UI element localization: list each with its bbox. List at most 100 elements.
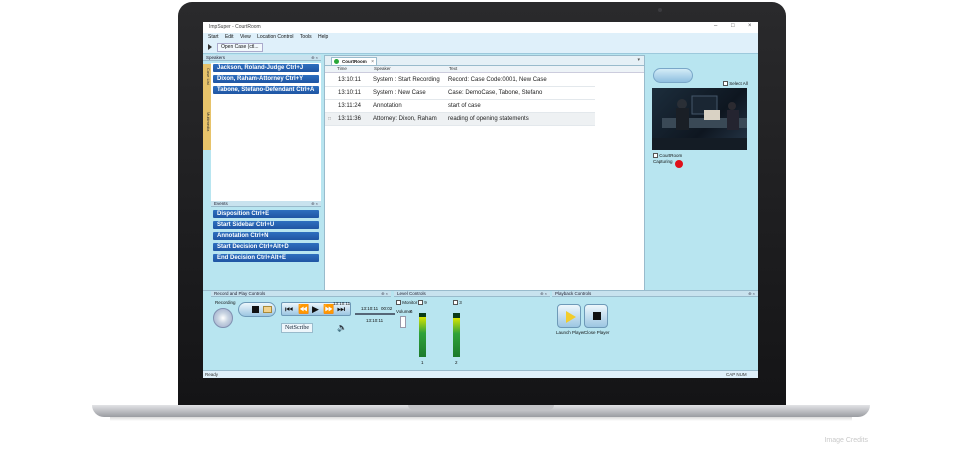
- netscribe-logo: NetScribe: [281, 323, 313, 333]
- pin-icon[interactable]: ⊕ ×: [540, 291, 547, 297]
- record-title: Record and Play Controls: [214, 291, 266, 296]
- row-marker-icon: □: [328, 116, 332, 122]
- maximize-icon[interactable]: □: [731, 23, 735, 29]
- menu-location-control[interactable]: Location Control: [257, 34, 293, 40]
- log-text: Record: Case Code:0001, New Case: [448, 77, 547, 83]
- webcam-icon: [658, 8, 662, 12]
- courtroom-log-panel: CourtRoom × ▾ Time Speaker Text 13:10:11…: [324, 55, 645, 295]
- launch-player-button[interactable]: [557, 304, 581, 328]
- speaker-volume-icon[interactable]: 🔈: [337, 323, 347, 332]
- speaker-button-attorney[interactable]: Dixon, Raham-Attorney Ctrl+Y: [213, 75, 319, 83]
- events-header: Events ⊕ ×: [211, 201, 321, 207]
- play-icon: [566, 311, 576, 323]
- log-row[interactable]: 13:10:11 System : Start Recording Record…: [325, 74, 595, 87]
- bottom-panel: Record and Play Controls ⊕ × Recording ⏮…: [203, 290, 758, 371]
- status-bar: Ready CAP NUM: [203, 370, 758, 378]
- video-feed[interactable]: [652, 88, 747, 150]
- channel2-checkbox[interactable]: 3: [453, 300, 462, 306]
- log-speaker: System : New Case: [373, 90, 426, 96]
- tab-courtroom[interactable]: CourtRoom ×: [331, 57, 377, 65]
- channel2-number: 3: [459, 300, 462, 305]
- log-tabstrip: CourtRoom × ▾: [325, 56, 644, 66]
- log-speaker: Annotation: [373, 103, 402, 109]
- video-scene-image: [652, 95, 747, 150]
- capturing-label: Capturing: [653, 159, 673, 164]
- level-meter-1: [419, 313, 426, 357]
- volume-stepper[interactable]: [400, 316, 406, 328]
- courtroom-camera-checkbox[interactable]: CourtRoom: [653, 153, 683, 159]
- menu-start[interactable]: Start: [208, 34, 219, 40]
- app-screen: ImpSuper - CourtRoom – □ × Start Edit Vi…: [203, 22, 758, 378]
- bookmark-icon[interactable]: [263, 306, 272, 313]
- pin-icon[interactable]: ⊕ ×: [311, 201, 318, 207]
- events-list: Disposition Ctrl+E Start Sidebar Ctrl+U …: [211, 208, 321, 294]
- event-button-annotation[interactable]: Annotation Ctrl+N: [213, 232, 319, 240]
- play-icon[interactable]: ▶: [312, 304, 319, 315]
- pin-icon[interactable]: ⊕ ×: [311, 55, 318, 61]
- minimize-icon[interactable]: –: [714, 23, 717, 29]
- level-meter-2: [453, 313, 460, 357]
- play-icon[interactable]: [208, 44, 212, 50]
- select-all-checkbox[interactable]: Select All: [723, 81, 748, 87]
- volume-value: 6: [410, 309, 413, 314]
- speakers-list: Jackson, Roland-Judge Ctrl+J Dixon, Raha…: [211, 63, 321, 203]
- speaker-button-judge[interactable]: Jackson, Roland-Judge Ctrl+J: [213, 64, 319, 72]
- log-speaker: Attorney: Dixon, Raham: [373, 116, 437, 122]
- col-time[interactable]: Time: [337, 66, 347, 72]
- log-speaker: System : Start Recording: [373, 77, 440, 83]
- laptop-shadow: [110, 417, 852, 421]
- event-button-start-sidebar[interactable]: Start Sidebar Ctrl+U: [213, 221, 319, 229]
- levels-header: Level Controls ⊕ ×: [394, 291, 550, 297]
- channel1-checkbox[interactable]: 9: [418, 300, 427, 306]
- event-button-start-decision[interactable]: Start Decision Ctrl+Alt+D: [213, 243, 319, 251]
- log-row[interactable]: 13:10:11 System : New Case Case: DemoCas…: [325, 87, 595, 100]
- menu-view[interactable]: View: [240, 34, 251, 40]
- playback-header: Playback Controls ⊕ ×: [552, 291, 758, 297]
- playback-title: Playback Controls: [555, 291, 592, 296]
- event-button-end-decision[interactable]: End Decision Ctrl+Alt+E: [213, 254, 319, 262]
- timeline-slider[interactable]: [355, 313, 395, 315]
- time-position: 13:10:11: [333, 301, 351, 306]
- close-player-button[interactable]: [584, 304, 608, 328]
- menu-tools[interactable]: Tools: [300, 34, 312, 40]
- levels-title: Level Controls: [397, 291, 426, 296]
- camera-control-button[interactable]: [653, 68, 693, 83]
- courtroom-camera-label: CourtRoom: [659, 153, 683, 158]
- monitor-label: Monitor: [402, 300, 418, 305]
- col-speaker[interactable]: Speaker: [374, 66, 391, 72]
- pin-icon[interactable]: ⊕ ×: [748, 291, 755, 297]
- open-case-button[interactable]: Open Case (ctl...: [217, 43, 263, 52]
- rewind-icon[interactable]: ⏪: [298, 304, 309, 315]
- stop-icon[interactable]: [252, 306, 259, 313]
- close-tab-icon[interactable]: ×: [371, 58, 374, 66]
- record-header: Record and Play Controls ⊕ ×: [211, 291, 391, 297]
- menu-edit[interactable]: Edit: [225, 34, 234, 40]
- tab-case-list[interactable]: Case List: [203, 68, 211, 85]
- time-elapsed: 00:02: [381, 306, 393, 311]
- log-row[interactable]: 13:11:24 Annotation start of case: [325, 100, 595, 113]
- skip-start-icon[interactable]: ⏮: [285, 304, 293, 315]
- col-text[interactable]: Text: [449, 66, 457, 72]
- log-text: start of case: [448, 103, 481, 109]
- close-icon[interactable]: ×: [748, 23, 752, 29]
- tab-multimedia[interactable]: Multimedia: [203, 112, 211, 131]
- pin-icon[interactable]: ⊕ ×: [381, 291, 388, 297]
- chevron-down-icon[interactable]: ▾: [637, 57, 640, 63]
- disc-icon: [213, 308, 233, 328]
- laptop-notch: [408, 405, 554, 410]
- speakers-header: Speakers ⊕ ×: [203, 55, 321, 61]
- window-title: ImpSuper - CourtRoom: [209, 24, 261, 30]
- log-row[interactable]: □ 13:11:36 Attorney: Dixon, Raham readin…: [325, 113, 595, 126]
- launch-player-label: Launch Player: [556, 330, 585, 335]
- event-button-disposition[interactable]: Disposition Ctrl+E: [213, 210, 319, 218]
- recording-label: Recording: [215, 300, 236, 305]
- side-tabs: Case List Multimedia: [203, 64, 211, 150]
- menu-help[interactable]: Help: [318, 34, 328, 40]
- channel1-label: 1: [421, 360, 424, 365]
- speaker-button-defendant[interactable]: Tabone, Stefano-Defendant Ctrl+A: [213, 86, 319, 94]
- level-meter-1-fill: [419, 316, 426, 357]
- record-stop-group: [238, 302, 276, 317]
- recording-status-icon: [675, 160, 683, 168]
- monitor-checkbox[interactable]: Monitor: [396, 300, 418, 306]
- watermark-text: Image Credits: [824, 437, 868, 444]
